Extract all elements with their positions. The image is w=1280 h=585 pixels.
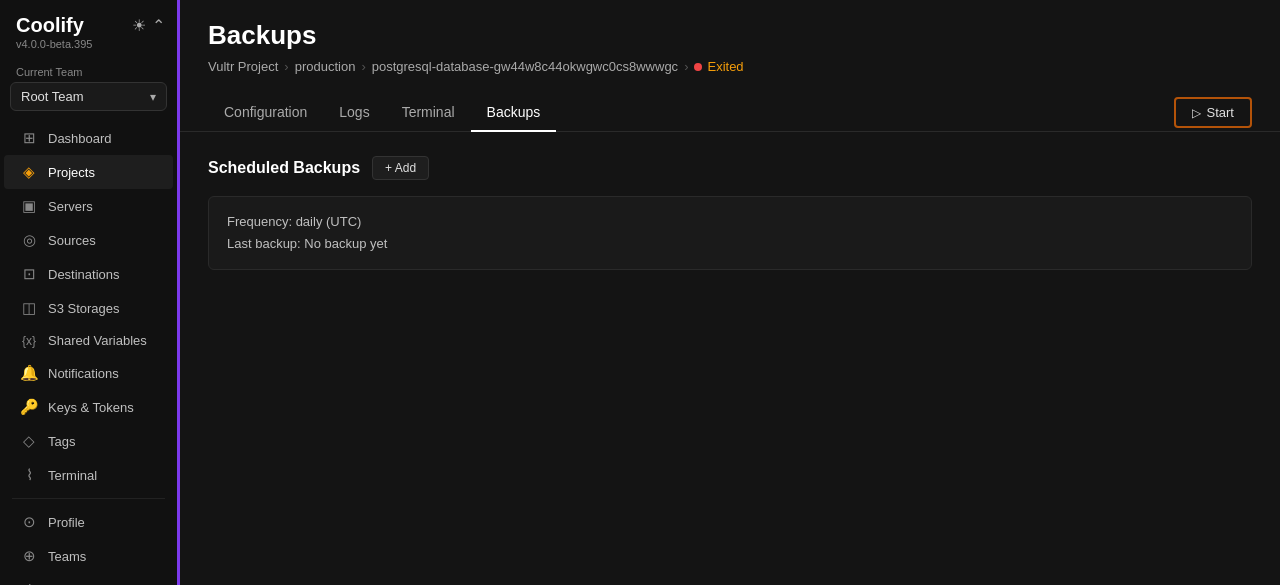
projects-icon: ◈ xyxy=(20,163,38,181)
logo-area: Coolify ☀ ⌃ v4.0.0-beta.395 xyxy=(0,0,177,56)
tabs-list: Configuration Logs Terminal Backups xyxy=(208,94,556,131)
sidebar-item-sharedvariables[interactable]: {x} Shared Variables xyxy=(4,325,173,356)
sidebar-item-sources[interactable]: ◎ Sources xyxy=(4,223,173,257)
sidebar-item-teams[interactable]: ⊕ Teams xyxy=(4,539,173,573)
servers-icon: ▣ xyxy=(20,197,38,215)
start-button[interactable]: ▷ Start xyxy=(1174,97,1252,128)
sun-icon[interactable]: ☀ xyxy=(132,16,146,35)
breadcrumb-sep-1: › xyxy=(284,59,288,74)
sidebar-item-terminal[interactable]: ⌇ Terminal xyxy=(4,458,173,492)
tab-backups[interactable]: Backups xyxy=(471,94,557,132)
destinations-icon: ⊡ xyxy=(20,265,38,283)
status-badge: Exited xyxy=(694,59,743,74)
app-name: Coolify xyxy=(16,14,84,37)
sidebar-item-label: Shared Variables xyxy=(48,333,147,348)
page-header: Backups Vultr Project › production › pos… xyxy=(180,0,1280,94)
sidebar-item-dashboard[interactable]: ⊞ Dashboard xyxy=(4,121,173,155)
breadcrumb: Vultr Project › production › postgresql-… xyxy=(208,59,1252,74)
start-label: Start xyxy=(1207,105,1234,120)
sidebar-item-label: Teams xyxy=(48,549,86,564)
sidebar-item-settings[interactable]: ⚙ Settings xyxy=(4,573,173,585)
profile-icon: ⊙ xyxy=(20,513,38,531)
logo-controls: ☀ ⌃ xyxy=(132,16,165,35)
sidebar-item-label: Terminal xyxy=(48,468,97,483)
sidebar-item-label: Dashboard xyxy=(48,131,112,146)
sidebar-item-label: S3 Storages xyxy=(48,301,120,316)
tab-logs[interactable]: Logs xyxy=(323,94,385,132)
app-version: v4.0.0-beta.395 xyxy=(16,38,161,50)
sidebar-item-label: Destinations xyxy=(48,267,120,282)
backup-last: Last backup: No backup yet xyxy=(227,233,1233,255)
sidebar-item-profile[interactable]: ⊙ Profile xyxy=(4,505,173,539)
sidebar-item-label: Profile xyxy=(48,515,85,530)
sidebar-item-s3storages[interactable]: ◫ S3 Storages xyxy=(4,291,173,325)
play-icon: ▷ xyxy=(1192,106,1201,120)
expand-icon[interactable]: ⌃ xyxy=(152,16,165,35)
main-nav: ⊞ Dashboard ◈ Projects ▣ Servers ◎ Sourc… xyxy=(0,121,177,492)
sidebar-item-label: Notifications xyxy=(48,366,119,381)
tab-configuration[interactable]: Configuration xyxy=(208,94,323,132)
sidebar-item-label: Sources xyxy=(48,233,96,248)
section-header: Scheduled Backups + Add xyxy=(208,156,1252,180)
s3-icon: ◫ xyxy=(20,299,38,317)
team-selector[interactable]: Root Team ▾ xyxy=(10,82,167,111)
settings-icon: ⚙ xyxy=(20,581,38,585)
tab-terminal[interactable]: Terminal xyxy=(386,94,471,132)
breadcrumb-production[interactable]: production xyxy=(295,59,356,74)
tabs-bar: Configuration Logs Terminal Backups ▷ St… xyxy=(180,94,1280,132)
variables-icon: {x} xyxy=(20,334,38,348)
dashboard-icon: ⊞ xyxy=(20,129,38,147)
backup-card: Frequency: daily (UTC) Last backup: No b… xyxy=(208,196,1252,270)
sidebar: Coolify ☀ ⌃ v4.0.0-beta.395 Current Team… xyxy=(0,0,180,585)
content-area: Scheduled Backups + Add Frequency: daily… xyxy=(180,132,1280,585)
divider xyxy=(12,498,165,499)
chevron-down-icon: ▾ xyxy=(150,90,156,104)
sidebar-item-destinations[interactable]: ⊡ Destinations xyxy=(4,257,173,291)
sidebar-item-tags[interactable]: ◇ Tags xyxy=(4,424,173,458)
sidebar-item-label: Servers xyxy=(48,199,93,214)
status-label: Exited xyxy=(707,59,743,74)
sidebar-item-label: Tags xyxy=(48,434,75,449)
sidebar-item-notifications[interactable]: 🔔 Notifications xyxy=(4,356,173,390)
page-title: Backups xyxy=(208,20,1252,51)
status-dot xyxy=(694,63,702,71)
sidebar-item-label: Keys & Tokens xyxy=(48,400,134,415)
sidebar-item-projects[interactable]: ◈ Projects xyxy=(4,155,173,189)
breadcrumb-sep-3: › xyxy=(684,59,688,74)
sidebar-item-servers[interactable]: ▣ Servers xyxy=(4,189,173,223)
sidebar-bottom: ⊙ Profile ⊕ Teams ⚙ Settings xyxy=(0,492,177,585)
backup-frequency: Frequency: daily (UTC) xyxy=(227,211,1233,233)
key-icon: 🔑 xyxy=(20,398,38,416)
section-title: Scheduled Backups xyxy=(208,159,360,177)
team-name: Root Team xyxy=(21,89,84,104)
breadcrumb-db[interactable]: postgresql-database-gw44w8c44okwgwc0cs8w… xyxy=(372,59,678,74)
sidebar-item-keys[interactable]: 🔑 Keys & Tokens xyxy=(4,390,173,424)
breadcrumb-sep-2: › xyxy=(361,59,365,74)
tags-icon: ◇ xyxy=(20,432,38,450)
bell-icon: 🔔 xyxy=(20,364,38,382)
breadcrumb-vultr[interactable]: Vultr Project xyxy=(208,59,278,74)
current-team-label: Current Team xyxy=(0,56,177,82)
sources-icon: ◎ xyxy=(20,231,38,249)
sidebar-item-label: Projects xyxy=(48,165,95,180)
add-backup-button[interactable]: + Add xyxy=(372,156,429,180)
teams-icon: ⊕ xyxy=(20,547,38,565)
main-content: Backups Vultr Project › production › pos… xyxy=(180,0,1280,585)
terminal-icon: ⌇ xyxy=(20,466,38,484)
